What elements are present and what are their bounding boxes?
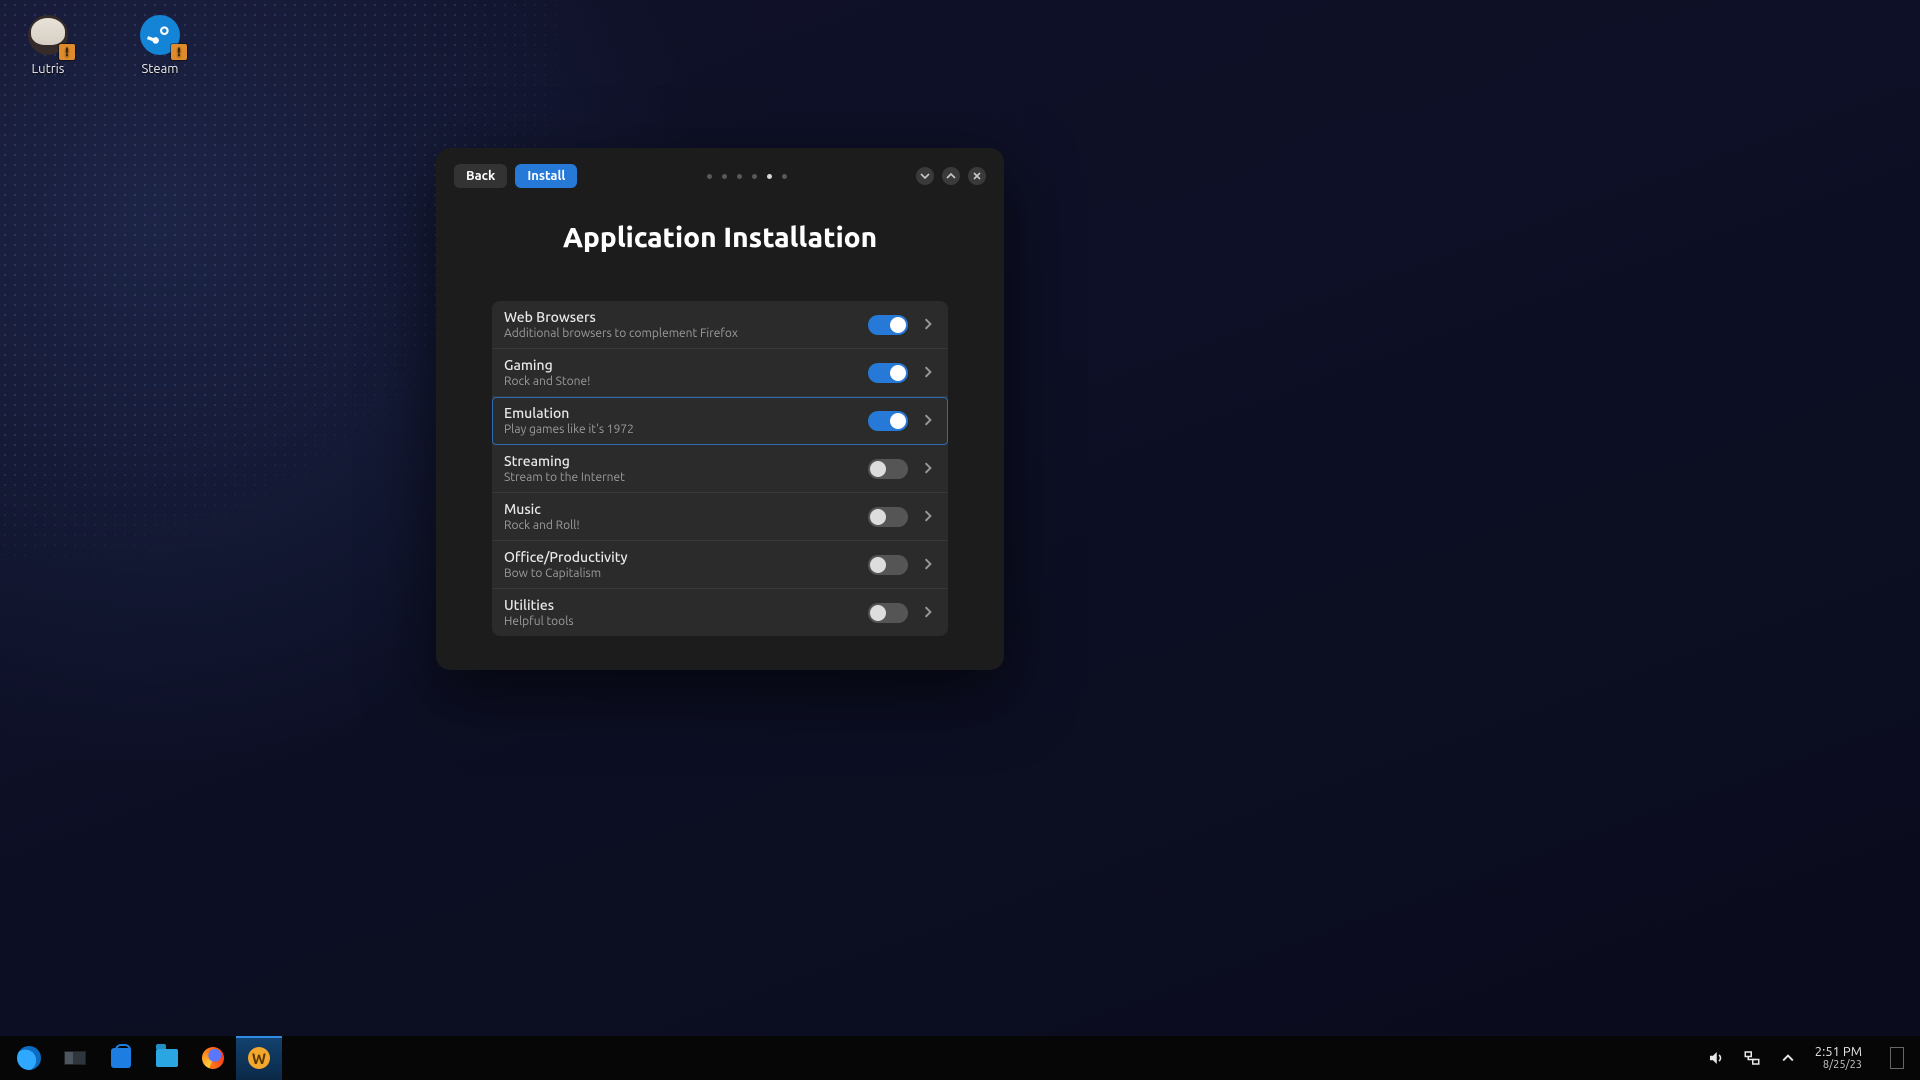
desktop-icons: ! Lutris ! Steam [18,14,190,76]
category-toggle[interactable] [868,411,908,431]
chevron-right-icon [922,460,934,478]
category-text: Gaming Rock and Stone! [504,357,854,388]
category-subtitle: Stream to the Internet [504,471,854,484]
category-text: Streaming Stream to the Internet [504,453,854,484]
page-dot [767,174,772,179]
install-button[interactable]: Install [515,164,577,188]
clock-time: 2:51 PM [1815,1045,1862,1059]
category-toggle[interactable] [868,555,908,575]
category-text: Office/Productivity Bow to Capitalism [504,549,854,580]
start-icon [17,1046,41,1070]
page-dot [737,174,742,179]
chevron-right-icon [922,556,934,574]
desktop-icon-label: Lutris [32,62,65,76]
desktop-icon-steam[interactable]: ! Steam [130,14,190,76]
chevron-right-icon [922,364,934,382]
dialog-title: Application Installation [454,222,986,253]
tray-chevron-icon[interactable] [1779,1049,1797,1067]
category-toggle[interactable] [868,507,908,527]
desktop: ! Lutris ! Steam Back Install [0,0,1920,1080]
category-row-streaming[interactable]: Streaming Stream to the Internet [492,445,948,493]
category-subtitle: Rock and Stone! [504,375,854,388]
category-toggle[interactable] [868,603,908,623]
system-tray: 2:51 PM 8/25/23 [1707,1045,1914,1071]
taskbar-item-installer[interactable]: W [236,1036,282,1080]
taskbar: W 2:51 PM 8/25/23 [0,1036,1920,1080]
category-title: Utilities [504,597,854,613]
steam-icon: ! [139,14,181,56]
chevron-down-icon [920,171,930,181]
category-toggle[interactable] [868,315,908,335]
installer-icon: W [248,1047,270,1069]
page-indicator [577,174,916,179]
files-icon [156,1049,178,1067]
page-dot [722,174,727,179]
clock-date: 8/25/23 [1815,1059,1862,1071]
category-row-utilities[interactable]: Utilities Helpful tools [492,589,948,636]
category-title: Office/Productivity [504,549,854,565]
chevron-up-icon [946,171,956,181]
category-title: Streaming [504,453,854,469]
category-row-emulation[interactable]: Emulation Play games like it's 1972 [492,397,948,445]
category-subtitle: Helpful tools [504,615,854,628]
volume-icon[interactable] [1707,1049,1725,1067]
category-text: Utilities Helpful tools [504,597,854,628]
taskbar-item-store[interactable] [98,1036,144,1080]
taskbar-item-settings[interactable] [52,1036,98,1080]
desktop-icon-lutris[interactable]: ! Lutris [18,14,78,76]
store-icon [111,1048,131,1068]
category-subtitle: Play games like it's 1972 [504,423,854,436]
dialog-header: Back Install [454,162,986,190]
back-button[interactable]: Back [454,164,507,188]
installer-dialog: Back Install Application Installation We… [436,148,1004,670]
chevron-right-icon [922,316,934,334]
category-text: Web Browsers Additional browsers to compl… [504,309,854,340]
chevron-right-icon [922,412,934,430]
page-dot [707,174,712,179]
page-dot [782,174,787,179]
category-subtitle: Bow to Capitalism [504,567,854,580]
firefox-icon [202,1047,224,1069]
category-title: Web Browsers [504,309,854,325]
close-button[interactable] [968,167,986,185]
maximize-button[interactable] [942,167,960,185]
category-subtitle: Additional browsers to complement Firefo… [504,327,854,340]
taskbar-item-start[interactable] [6,1036,52,1080]
category-list: Web Browsers Additional browsers to compl… [492,301,948,636]
category-toggle[interactable] [868,459,908,479]
taskbar-item-firefox[interactable] [190,1036,236,1080]
alert-badge-icon: ! [59,44,75,60]
category-subtitle: Rock and Roll! [504,519,854,532]
taskbar-clock[interactable]: 2:51 PM 8/25/23 [1815,1045,1862,1071]
category-text: Emulation Play games like it's 1972 [504,405,854,436]
page-dot [752,174,757,179]
category-text: Music Rock and Roll! [504,501,854,532]
taskbar-item-files[interactable] [144,1036,190,1080]
chevron-right-icon [922,604,934,622]
category-title: Music [504,501,854,517]
network-icon[interactable] [1743,1049,1761,1067]
lutris-icon: ! [27,14,69,56]
chevron-right-icon [922,508,934,526]
category-row-web-browsers[interactable]: Web Browsers Additional browsers to compl… [492,301,948,349]
category-toggle[interactable] [868,363,908,383]
alert-badge-icon: ! [171,44,187,60]
category-title: Emulation [504,405,854,421]
category-title: Gaming [504,357,854,373]
category-row-music[interactable]: Music Rock and Roll! [492,493,948,541]
settings-icon [64,1051,86,1065]
close-icon [972,171,982,181]
show-desktop-button[interactable] [1890,1047,1904,1069]
category-row-gaming[interactable]: Gaming Rock and Stone! [492,349,948,397]
minimize-button[interactable] [916,167,934,185]
desktop-icon-label: Steam [142,62,179,76]
category-row-office-productivity[interactable]: Office/Productivity Bow to Capitalism [492,541,948,589]
